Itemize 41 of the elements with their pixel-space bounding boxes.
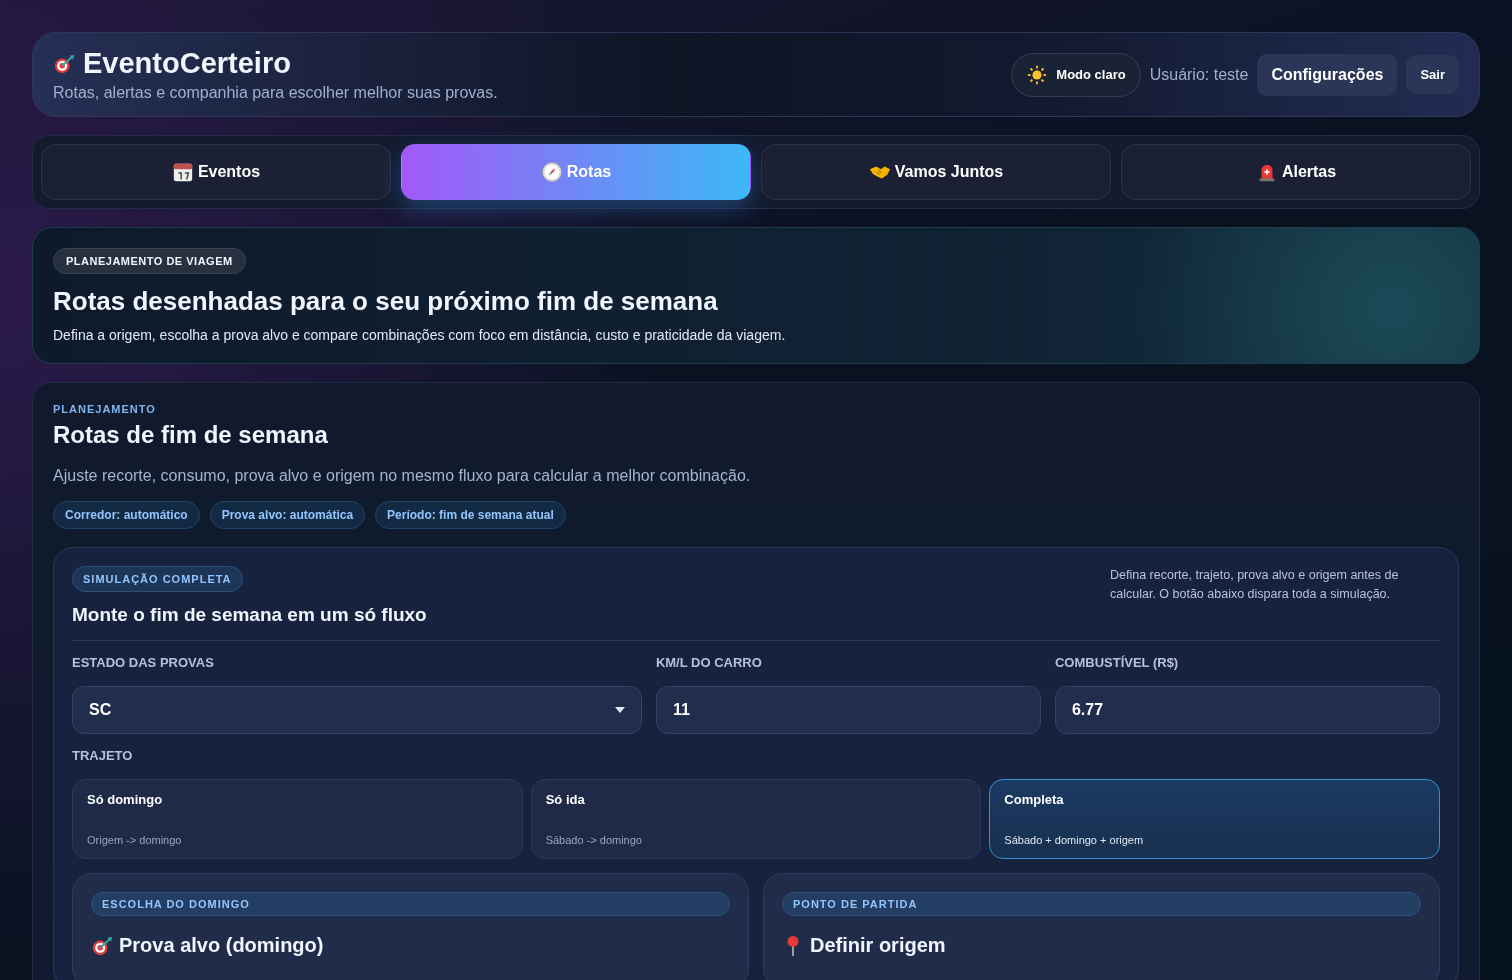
input-field[interactable]: 11 <box>655 686 1041 734</box>
route-option[interactable]: Completa Sábado + domingo + origem <box>989 779 1440 859</box>
help-text: Defina recorte, trajeto, prova alvo e origem antes de calcular. O botão abaixo dispara toda a simulação. <box>1110 567 1400 604</box>
filter-chip: Prova alvo: automática <box>209 501 366 529</box>
section-description: Ajuste recorte, consumo, prova alvo e origem no mesmo fluxo para calcular a melhor combinação. <box>53 467 752 485</box>
nav-tab[interactable]: Alertas <box>1121 144 1471 200</box>
field-label: ESTADO DAS PROVAS <box>72 655 215 670</box>
section-badge: PONTO DE PARTIDA <box>782 892 1421 916</box>
input-field[interactable]: 6.77 <box>1054 686 1440 734</box>
hero-title: Rotas desenhadas para o seu próximo fim de semana <box>53 286 719 317</box>
target-icon <box>91 934 113 957</box>
section-eyebrow: PLANEJAMENTO <box>53 403 157 415</box>
route-option[interactable]: Só ida Sábado -> domingo <box>530 779 982 859</box>
field-label: COMBUSTÍVEL (R$) <box>1054 655 1180 670</box>
settings-button[interactable]: Configurações <box>1257 53 1398 96</box>
section-badge: ESCOLHA DO DOMINGO <box>91 892 730 916</box>
target-icon <box>53 52 75 75</box>
filter-chip: Período: fim de semana atual <box>375 501 566 529</box>
filter-chip: Corredor: automático <box>53 501 200 529</box>
card-title: Monte o fim de semana em um só fluxo <box>72 604 427 626</box>
caret-icon <box>614 707 625 713</box>
card-title: Definir origem <box>810 934 946 957</box>
field-label: TRAJETO <box>72 748 134 763</box>
nav-tab[interactable]: Vamos Juntos <box>761 144 1111 200</box>
user-label: Usuário: teste <box>1149 65 1249 84</box>
compass-icon <box>540 161 563 183</box>
card-title: Prova alvo (domingo) <box>119 934 324 957</box>
section-title: Rotas de fim de semana <box>53 421 329 449</box>
route-option[interactable]: Só domingo Origem -> domingo <box>72 779 523 859</box>
field-label: KM/L DO CARRO <box>655 655 763 670</box>
nav-tab[interactable]: Eventos <box>41 144 391 200</box>
theme-toggle-button[interactable]: Modo claro <box>1011 52 1141 97</box>
hero-subtitle: Defina a origem, escolha a prova alvo e compare combinações com foco em distância, custo e praticidade da viagem. <box>53 327 787 343</box>
section-badge: SIMULAÇÃO COMPLETA <box>72 566 243 592</box>
tagline: Rotas, alertas e companhia para escolher melhor suas provas. <box>53 84 498 102</box>
app-title: EventoCerteiro <box>83 47 291 80</box>
sun-icon <box>1026 63 1049 86</box>
calendar-icon <box>171 161 194 183</box>
state-select[interactable]: SC <box>72 686 642 734</box>
section-badge: PLANEJAMENTO DE VIAGEM <box>53 248 246 274</box>
logout-button[interactable]: Sair <box>1406 55 1459 94</box>
